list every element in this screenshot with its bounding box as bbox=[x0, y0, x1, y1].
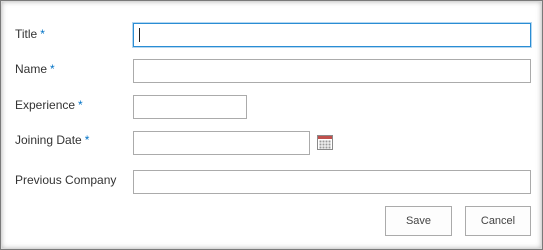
name-label-text: Name bbox=[15, 62, 48, 76]
experience-required-marker: * bbox=[78, 98, 83, 112]
name-input[interactable] bbox=[133, 59, 531, 83]
title-label: Title * bbox=[15, 27, 45, 41]
experience-label-text: Experience bbox=[15, 98, 76, 112]
experience-label: Experience * bbox=[15, 98, 83, 112]
joining-date-label: Joining Date * bbox=[15, 133, 89, 147]
cancel-button[interactable]: Cancel bbox=[465, 206, 531, 236]
form-dialog: Title * Name * Experience * Joining Date * P… bbox=[0, 0, 543, 250]
text-caret bbox=[139, 28, 140, 42]
cancel-button-label: Cancel bbox=[480, 215, 516, 227]
previous-company-input[interactable] bbox=[133, 170, 531, 194]
save-button[interactable]: Save bbox=[385, 206, 452, 236]
title-label-text: Title bbox=[15, 27, 38, 41]
previous-company-label: Previous Company bbox=[15, 173, 116, 187]
title-input[interactable] bbox=[133, 23, 531, 47]
experience-input[interactable] bbox=[133, 95, 247, 119]
title-required-marker: * bbox=[40, 27, 45, 41]
joining-date-label-text: Joining Date bbox=[15, 133, 82, 147]
joining-date-input[interactable] bbox=[133, 131, 310, 155]
name-required-marker: * bbox=[50, 62, 55, 76]
name-label: Name * bbox=[15, 62, 55, 76]
calendar-icon[interactable] bbox=[317, 134, 333, 150]
joining-date-required-marker: * bbox=[84, 133, 90, 147]
previous-company-label-text: Previous Company bbox=[15, 173, 117, 187]
save-button-label: Save bbox=[405, 215, 432, 227]
